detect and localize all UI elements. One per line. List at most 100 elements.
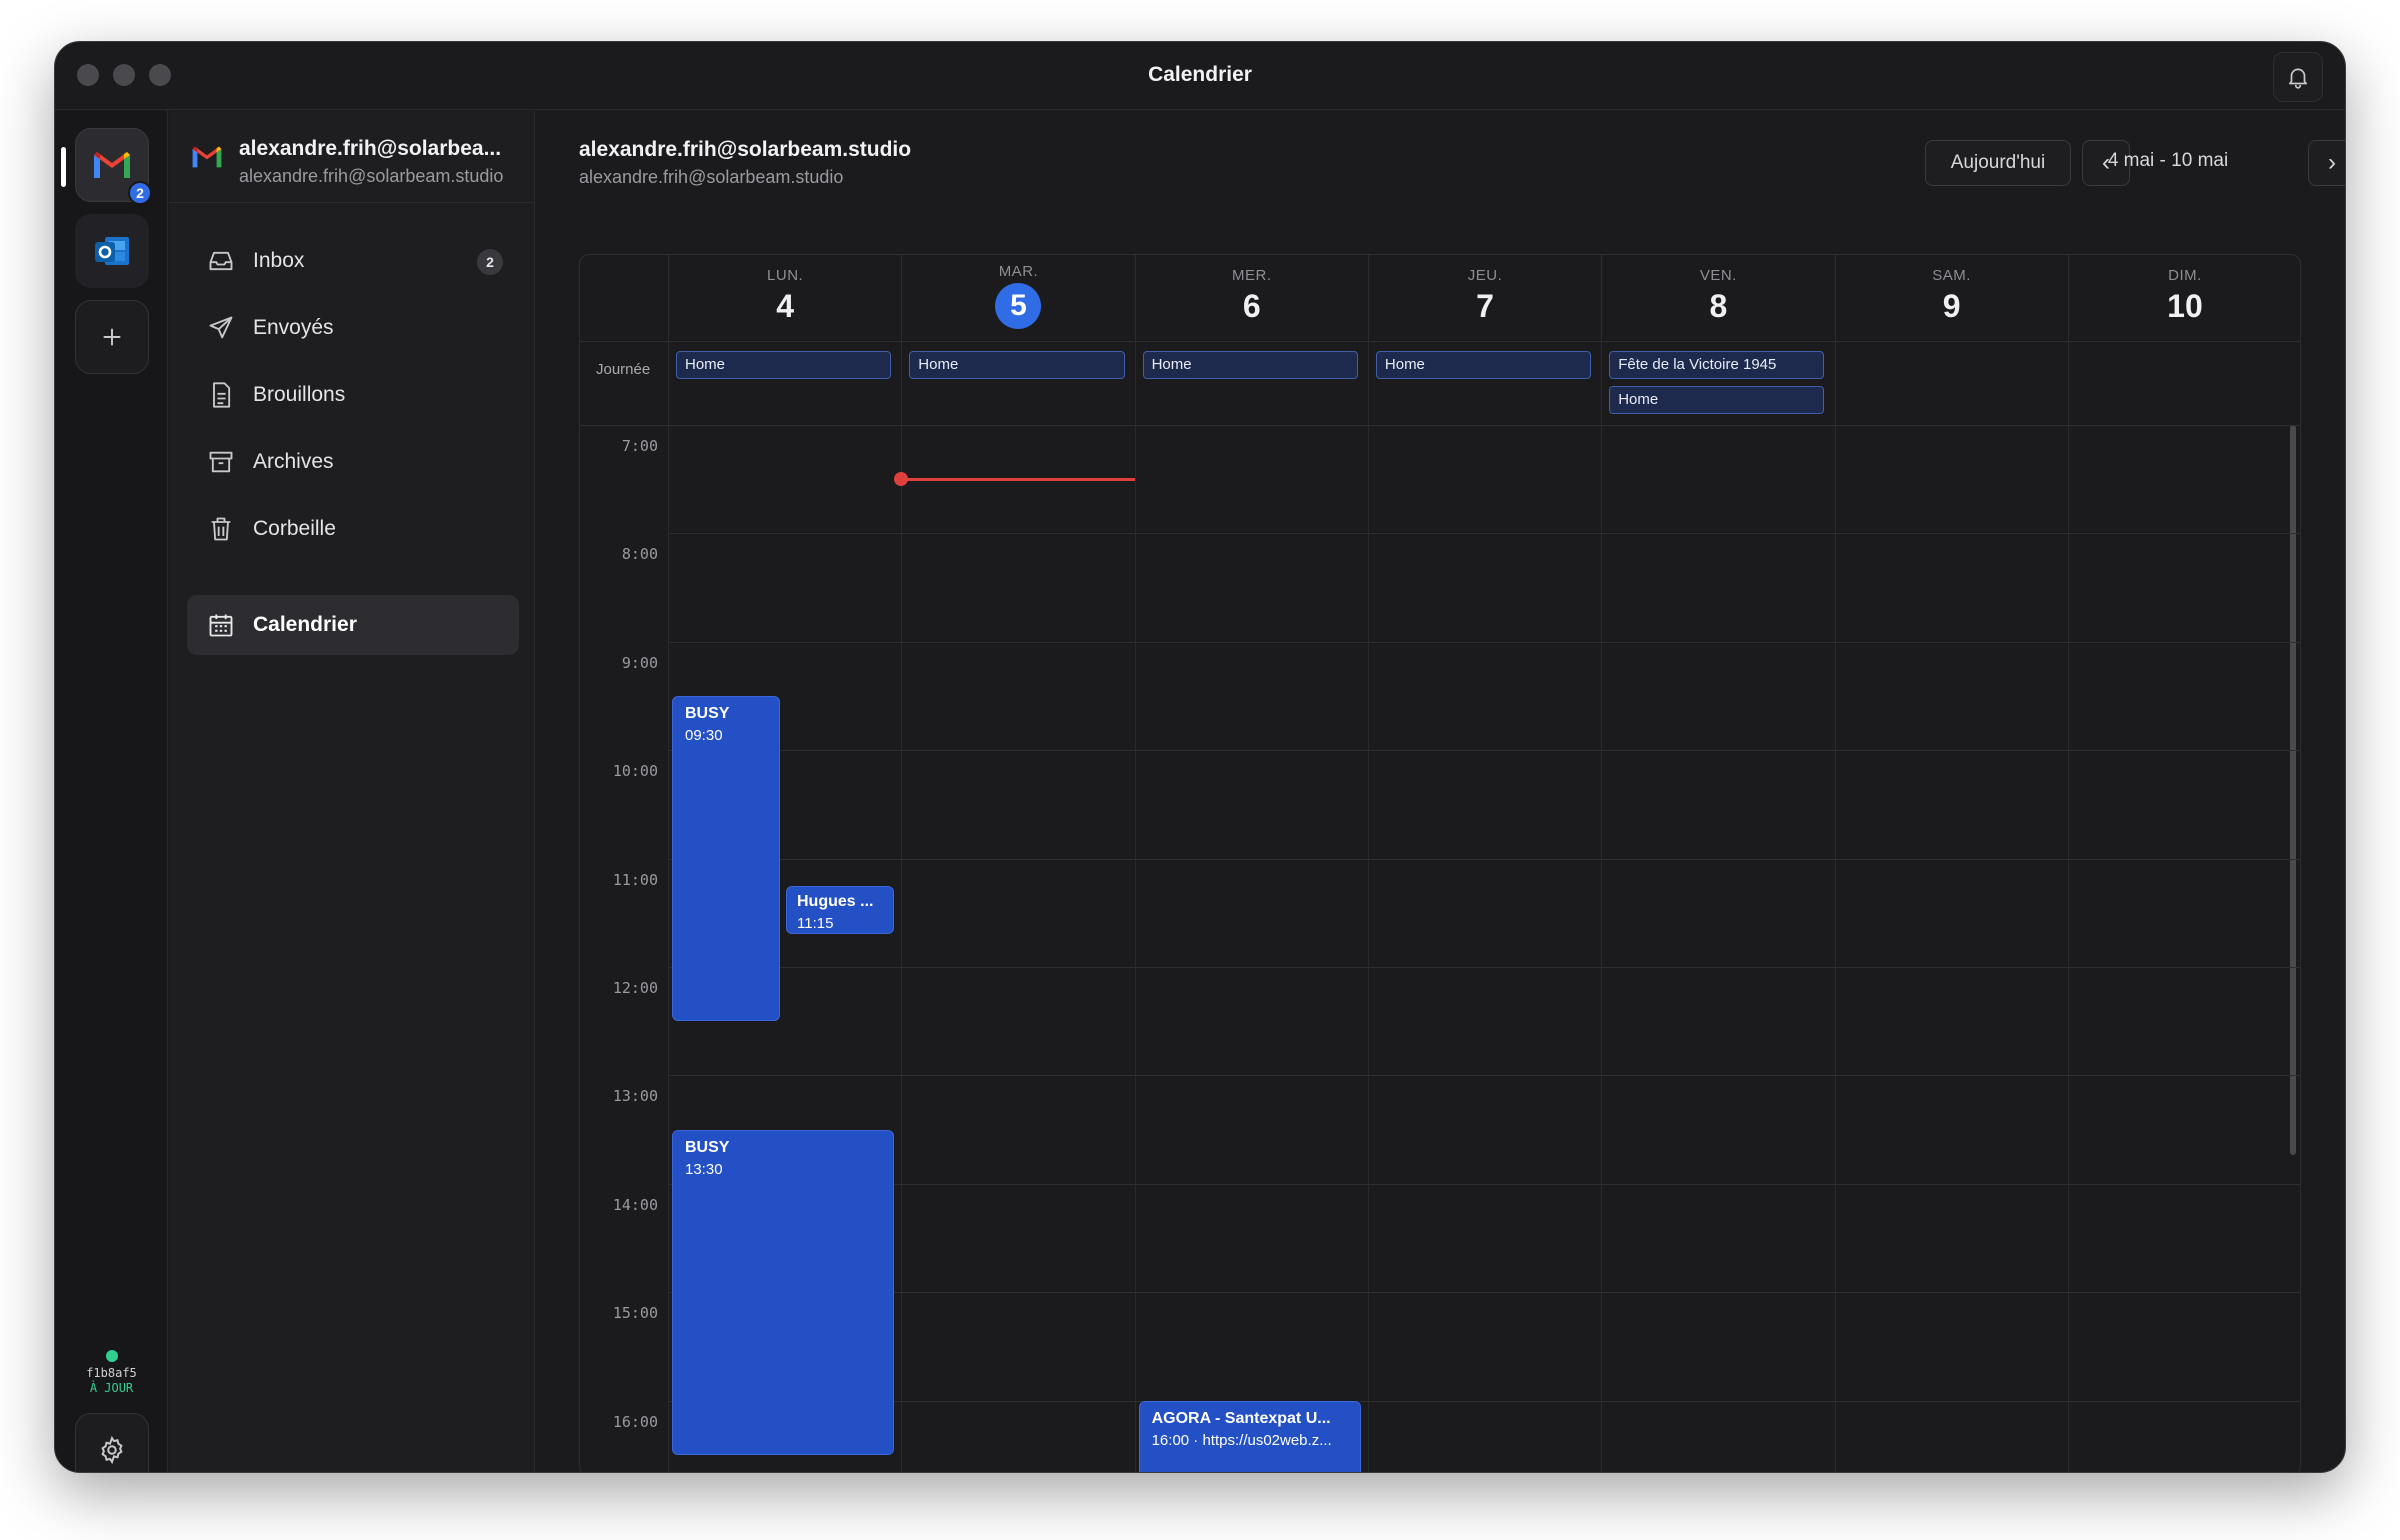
calendar-event[interactable]: BUSY 13:30 (672, 1129, 894, 1455)
day-name: SAM. (1932, 267, 1971, 284)
day-column-line (1834, 255, 1836, 1472)
day-header[interactable]: JEU. 7 (1367, 255, 1601, 341)
gmail-icon (94, 152, 130, 178)
event-title: Hugues ... (797, 892, 874, 910)
nav-label: Inbox (253, 249, 305, 272)
calendar-event[interactable]: AGORA - Santexpat U... 16:00 · https://us… (1138, 1400, 1361, 1472)
nav-item-archives[interactable]: Archives (187, 432, 519, 492)
day-header[interactable]: SAM. 9 (1834, 255, 2068, 341)
allday-event[interactable]: Home (909, 351, 1125, 379)
day-column-line (2067, 255, 2069, 1472)
day-name: LUN. (767, 267, 804, 284)
hour-label: 13:00 (612, 1087, 658, 1106)
hour-label: 16:00 (612, 1412, 658, 1431)
nav-item-drafts[interactable]: Brouillons (187, 365, 519, 425)
day-number: 9 (1942, 288, 1961, 324)
day-name: VEN. (1699, 267, 1737, 284)
window-title: Calendrier (1148, 63, 1252, 86)
outlook-icon (95, 237, 129, 265)
day-header[interactable]: VEN. 8 (1601, 255, 1834, 341)
gmail-account-button[interactable]: 2 (75, 128, 152, 205)
allday-event[interactable]: Fête de la Victoire 1945 (1609, 351, 1825, 379)
week-calendar-grid: Journée LUN. 4 MAR. 5 MER. 6 JEU. 7 VEN. 8 SAM. 9 DI… (579, 254, 2301, 1472)
nav-label: Calendrier (253, 613, 357, 636)
day-header[interactable]: MER. 6 (1134, 255, 1368, 341)
day-number-wrap: 5 (902, 282, 1134, 329)
nav-item-trash[interactable]: Corbeille (187, 499, 519, 559)
event-time: 11:15 (797, 914, 834, 932)
nav-item-inbox[interactable]: Inbox 2 (187, 231, 519, 291)
day-column-line (1367, 255, 1369, 1472)
hour-label: 14:00 (612, 1195, 658, 1214)
hour-label: 10:00 (612, 762, 658, 781)
account-name: alexandre.frih@solarbea... (239, 137, 502, 160)
nav-label: Brouillons (253, 383, 346, 406)
day-column-line (1134, 255, 1136, 1472)
hour-line (668, 533, 2300, 535)
gmail-icon (192, 146, 222, 168)
allday-event[interactable]: Home (1375, 351, 1592, 379)
inbox-count-badge: 2 (477, 249, 503, 275)
header-divider (580, 341, 2300, 342)
hour-label: 11:00 (612, 870, 658, 889)
calendar-main: alexandre.frih@solarbeam.studio alexandr… (536, 111, 2345, 1472)
hour-line (668, 1183, 2300, 1185)
day-number: 4 (776, 288, 795, 324)
hour-label: 15:00 (612, 1304, 658, 1323)
event-time: 13:30 (685, 1160, 723, 1178)
notifications-button[interactable] (2273, 52, 2323, 102)
account-header[interactable]: alexandre.frih@solarbea... alexandre.fri… (169, 111, 534, 203)
calendar-account-title: alexandre.frih@solarbeam.studio (579, 138, 912, 161)
day-number: 6 (1242, 288, 1261, 324)
hour-line (668, 1400, 2300, 1402)
day-header[interactable]: LUN. 4 (668, 255, 901, 341)
day-number: 10 (2167, 288, 2203, 324)
day-name: MAR. (998, 263, 1039, 280)
calendar-event[interactable]: BUSY 09:30 (672, 696, 780, 1022)
gear-icon (101, 1435, 123, 1465)
allday-label: Journée (596, 361, 651, 378)
current-time-dot (894, 472, 909, 487)
titlebar: Calendrier (55, 42, 2345, 110)
day-column-line (901, 255, 903, 1472)
bell-icon (2289, 68, 2307, 89)
nav-label: Corbeille (253, 517, 336, 540)
hour-line (668, 641, 2300, 643)
calendar-scrollbar[interactable] (2290, 425, 2296, 1155)
event-title: AGORA - Santexpat U... (1151, 1409, 1331, 1427)
allday-event[interactable]: Home (1609, 386, 1825, 414)
today-date-number: 5 (995, 283, 1042, 329)
hour-label: 12:00 (612, 979, 658, 997)
allday-divider (580, 425, 2300, 426)
date-range-label: 4 mai - 10 mai (2107, 150, 2229, 171)
day-header[interactable]: MAR. 5 (901, 255, 1134, 341)
hour-label: 9:00 (621, 653, 658, 672)
calendar-account-email: alexandre.frih@solarbeam.studio (579, 167, 844, 187)
day-number: 7 (1476, 288, 1494, 324)
nav-label: Envoyés (253, 316, 334, 339)
event-title: BUSY (685, 1138, 730, 1156)
day-column-line (668, 255, 669, 1472)
today-button[interactable]: Aujourd'hui (1925, 140, 2071, 186)
add-account-button[interactable] (75, 300, 149, 374)
archive-icon (205, 446, 237, 478)
settings-button[interactable] (75, 1413, 149, 1472)
allday-event[interactable]: Home (676, 351, 892, 379)
current-time-line (901, 478, 1135, 482)
calendar-event[interactable]: Hugues ... 11:15 (786, 885, 894, 935)
calendar-icon (205, 609, 237, 641)
next-week-button[interactable]: › (2308, 140, 2345, 186)
nav-label: Archives (253, 450, 334, 473)
nav-item-sent[interactable]: Envoyés (187, 298, 519, 358)
event-title: BUSY (685, 705, 730, 722)
nav-item-calendar[interactable]: Calendrier (187, 595, 519, 655)
day-header[interactable]: DIM. 10 (2067, 255, 2300, 341)
hour-line (668, 1292, 2300, 1294)
allday-event[interactable]: Home (1142, 351, 1358, 379)
day-number: 8 (1709, 288, 1728, 324)
hour-line (668, 858, 2300, 860)
outlook-account-button[interactable] (75, 214, 149, 288)
hour-label: 8:00 (621, 545, 658, 564)
unread-badge: 2 (128, 181, 152, 205)
inbox-icon (205, 245, 237, 277)
